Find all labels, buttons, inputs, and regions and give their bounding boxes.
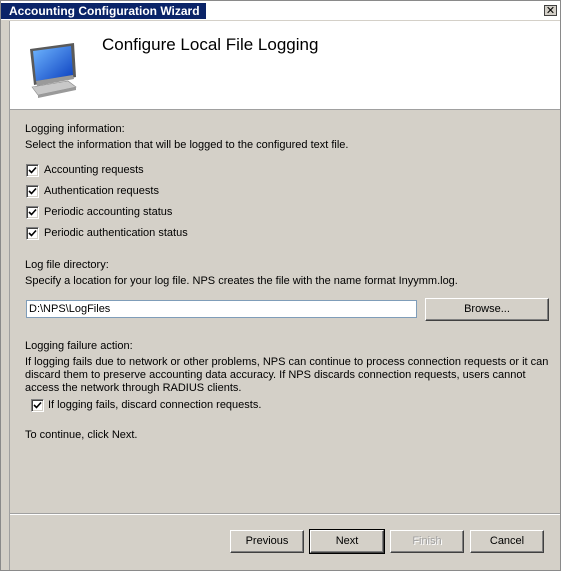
checkmark-icon bbox=[28, 166, 37, 174]
monitor-icon bbox=[30, 43, 77, 98]
wizard-header: Configure Local File Logging bbox=[10, 21, 560, 109]
checkmark-icon bbox=[28, 187, 37, 195]
title-bar: Accounting Configuration Wizard ✕ bbox=[1, 1, 560, 21]
next-button[interactable]: Next bbox=[309, 529, 385, 554]
failure-description-line2: discard them to preserve accounting data… bbox=[25, 369, 526, 381]
cancel-button[interactable]: Cancel bbox=[470, 530, 544, 553]
page-title: Configure Local File Logging bbox=[102, 35, 319, 54]
discard-requests-checkbox[interactable] bbox=[31, 399, 44, 412]
periodic-accounting-status-label[interactable]: Periodic accounting status bbox=[44, 206, 172, 218]
accounting-requests-label[interactable]: Accounting requests bbox=[44, 164, 144, 176]
periodic-accounting-status-checkbox[interactable] bbox=[26, 206, 39, 219]
log-dir-heading: Log file directory: bbox=[25, 259, 109, 271]
periodic-authentication-status-checkbox[interactable] bbox=[26, 227, 39, 240]
failure-description-line1: If logging fails due to network or other… bbox=[25, 356, 549, 368]
checkmark-icon bbox=[33, 401, 42, 409]
failure-description-line3: access the network through RADIUS client… bbox=[25, 382, 242, 394]
footer-hint: To continue, click Next. bbox=[25, 429, 138, 441]
logging-info-heading: Logging information: bbox=[25, 123, 125, 135]
previous-button[interactable]: Previous bbox=[230, 530, 304, 553]
discard-requests-label[interactable]: If logging fails, discard connection req… bbox=[48, 399, 261, 411]
browse-button[interactable]: Browse... bbox=[425, 298, 549, 321]
header-divider bbox=[10, 109, 560, 110]
periodic-authentication-status-label[interactable]: Periodic authentication status bbox=[44, 227, 188, 239]
failure-heading: Logging failure action: bbox=[25, 340, 133, 352]
window-title: Accounting Configuration Wizard bbox=[1, 3, 206, 19]
close-icon[interactable]: ✕ bbox=[544, 5, 557, 16]
finish-button: Finish bbox=[390, 530, 464, 553]
authentication-requests-label[interactable]: Authentication requests bbox=[44, 185, 159, 197]
log-directory-input[interactable]: D:\NPS\LogFiles bbox=[26, 300, 417, 318]
accounting-requests-checkbox[interactable] bbox=[26, 164, 39, 177]
authentication-requests-checkbox[interactable] bbox=[26, 185, 39, 198]
wizard-window: Accounting Configuration Wizard ✕ Config… bbox=[0, 0, 561, 571]
checkmark-icon bbox=[28, 229, 37, 237]
checkmark-icon bbox=[28, 208, 37, 216]
log-dir-description: Specify a location for your log file. NP… bbox=[25, 275, 458, 287]
logging-info-description: Select the information that will be logg… bbox=[25, 139, 349, 151]
footer-divider bbox=[10, 513, 560, 515]
